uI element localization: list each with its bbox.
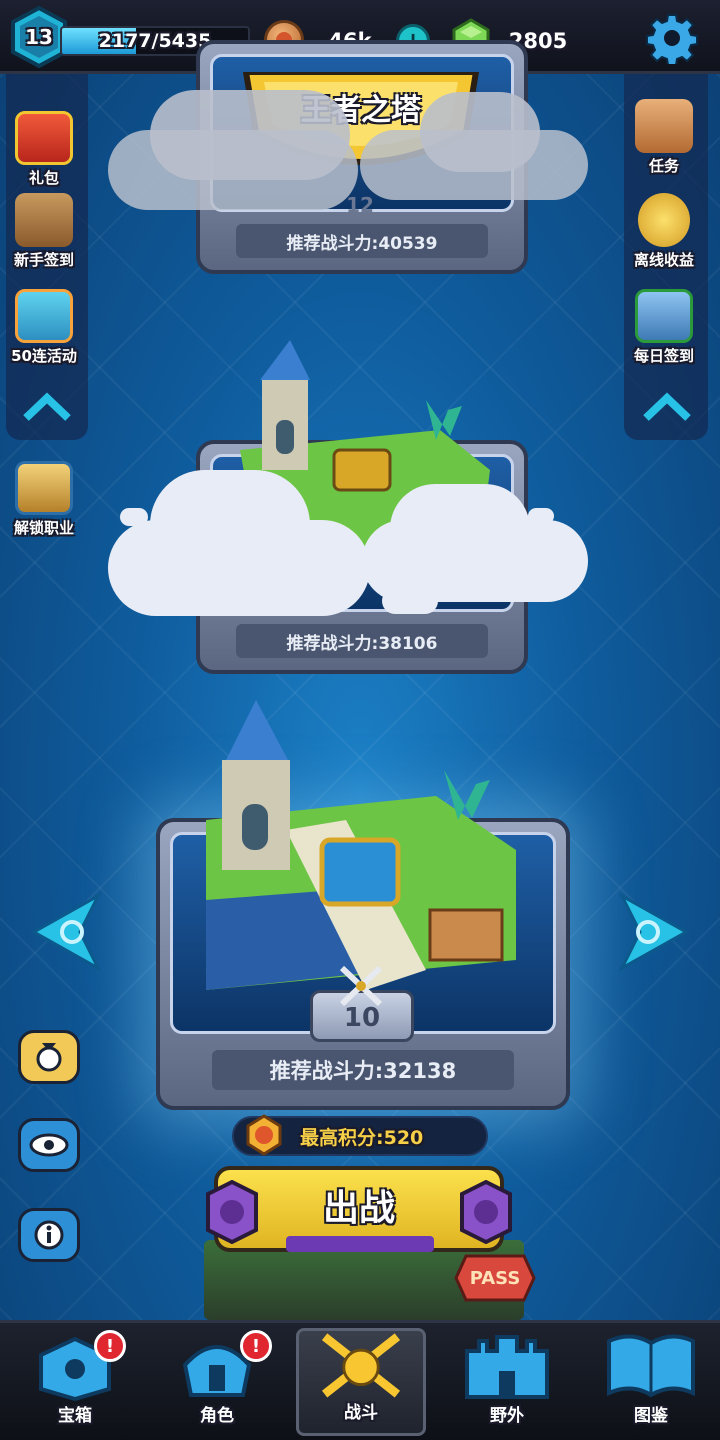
- cloud: [390, 484, 530, 574]
- side-item-label: 50连活动: [11, 347, 77, 365]
- cloud: [382, 588, 438, 614]
- info-button[interactable]: [18, 1208, 80, 1262]
- cloud: [150, 470, 310, 580]
- view-button[interactable]: [18, 1118, 80, 1172]
- collapse-chevron-icon[interactable]: [642, 392, 692, 422]
- recommended-power: 推荐战斗力:40539: [236, 224, 488, 258]
- pass-badge[interactable]: PASS: [454, 1250, 536, 1306]
- cloud: [420, 92, 540, 172]
- side-item-50-event[interactable]: 50连活动: [2, 282, 86, 366]
- medal-button[interactable]: [18, 1030, 80, 1084]
- nav-label: 图鉴: [634, 1406, 668, 1426]
- side-item-quest[interactable]: 任务: [622, 92, 706, 176]
- castle-icon: [465, 1335, 549, 1399]
- cloud: [150, 90, 350, 180]
- treasure-chest-icon: [15, 461, 73, 515]
- checklist-icon: [635, 289, 693, 343]
- score-medal-icon: [246, 1114, 282, 1156]
- gift-box-50-icon: [15, 289, 73, 343]
- medal-icon: [36, 1043, 62, 1072]
- nav-label: 角色: [200, 1406, 234, 1426]
- side-item-gift[interactable]: 礼包: [2, 104, 86, 188]
- settings-gear-icon[interactable]: [646, 12, 698, 64]
- crossed-swords-icon: [339, 965, 383, 1007]
- eye-icon: [29, 1133, 69, 1157]
- nav-item-codex[interactable]: 图鉴: [586, 1328, 716, 1436]
- nav-label: 宝箱: [58, 1406, 92, 1426]
- side-item-label: 解锁职业: [13, 519, 74, 537]
- next-tower-arrow-icon[interactable]: [618, 892, 692, 972]
- side-item-label: 任务: [648, 157, 679, 175]
- nav-label: 野外: [490, 1406, 524, 1426]
- pass-label: PASS: [469, 1267, 521, 1289]
- battle-button-label: 出战: [322, 1188, 395, 1229]
- side-item-label: 新手签到: [13, 251, 74, 269]
- info-icon: [34, 1220, 64, 1250]
- side-item-label: 离线收益: [633, 251, 694, 269]
- cloud: [120, 508, 148, 526]
- side-item-label: 每日签到: [633, 347, 694, 365]
- collapse-chevron-icon[interactable]: [22, 392, 72, 422]
- gift-icon: [15, 111, 73, 165]
- recommended-power: 推荐战斗力:38106: [236, 624, 488, 658]
- quest-map-icon: [635, 99, 693, 153]
- prev-tower-arrow-icon[interactable]: [28, 892, 102, 972]
- high-score: 最高积分:520: [300, 1126, 424, 1149]
- alert-badge: !: [94, 1330, 126, 1362]
- nav-item-wild[interactable]: 野外: [442, 1328, 572, 1436]
- side-item-offline-income[interactable]: 离线收益: [622, 186, 706, 270]
- side-item-daily-signin[interactable]: 每日签到: [622, 282, 706, 366]
- cloud: [528, 508, 554, 524]
- coin-icon: [638, 193, 690, 247]
- nav-label: 战斗: [344, 1403, 378, 1423]
- alert-badge: !: [240, 1330, 272, 1362]
- crossed-swords-icon: [321, 1333, 401, 1398]
- book-icon: [607, 1334, 695, 1398]
- nav-item-battle[interactable]: 战斗: [296, 1328, 426, 1436]
- scroll-quill-icon: [15, 193, 73, 247]
- side-item-newbie-signin[interactable]: 新手签到: [2, 186, 86, 270]
- recommended-power: 推荐战斗力:32138: [212, 1050, 514, 1090]
- side-item-unlock-job[interactable]: 解锁职业: [2, 454, 86, 538]
- side-item-label: 礼包: [28, 169, 59, 187]
